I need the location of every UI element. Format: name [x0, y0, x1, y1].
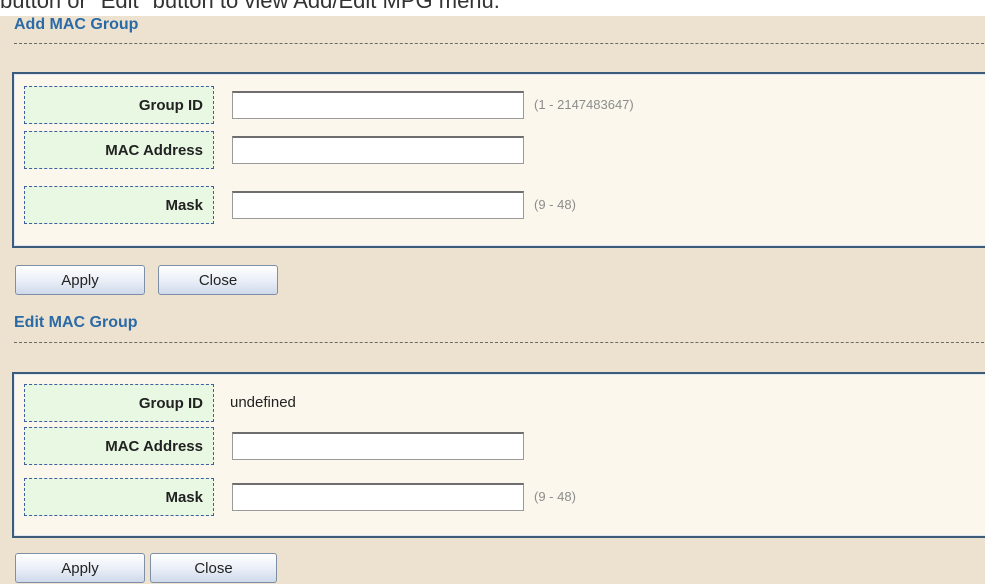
edit-mac-group-title: Edit MAC Group — [14, 314, 138, 331]
instruction-text: button or "Edit" button to view Add/Edit… — [0, 0, 500, 13]
add-mac-group-form: Group ID (1 - 2147483647) MAC Address Ma… — [12, 72, 985, 248]
add-mask-range-hint: (9 - 48) — [534, 197, 576, 212]
edit-mask-row: Mask (9 - 48) — [24, 478, 984, 518]
cropped-instruction-text: button or "Edit" button to view Add/Edit… — [0, 0, 985, 16]
edit-mac-address-input[interactable] — [232, 432, 524, 460]
edit-close-button[interactable]: Close — [150, 553, 277, 583]
add-mac-address-input[interactable] — [232, 136, 524, 164]
add-group-id-input[interactable] — [232, 91, 524, 119]
add-group-id-range-hint: (1 - 2147483647) — [534, 97, 634, 112]
add-mac-group-title: Add MAC Group — [14, 16, 139, 33]
add-group-id-row: Group ID (1 - 2147483647) — [24, 86, 984, 126]
add-group-id-label: Group ID — [24, 86, 214, 124]
add-mask-input[interactable] — [232, 191, 524, 219]
edit-apply-button[interactable]: Apply — [15, 553, 145, 583]
edit-mac-address-label: MAC Address — [24, 427, 214, 465]
edit-mask-label: Mask — [24, 478, 214, 516]
edit-group-id-value: undefined — [230, 394, 296, 411]
edit-mac-group-form: Group ID undefined MAC Address Mask (9 -… — [12, 372, 985, 538]
add-close-button[interactable]: Close — [158, 265, 278, 295]
add-mac-address-label: MAC Address — [24, 131, 214, 169]
edit-mask-range-hint: (9 - 48) — [534, 489, 576, 504]
add-apply-button[interactable]: Apply — [15, 265, 145, 295]
add-mask-row: Mask (9 - 48) — [24, 186, 984, 226]
add-mask-label: Mask — [24, 186, 214, 224]
edit-mac-address-row: MAC Address — [24, 427, 984, 467]
edit-group-id-label: Group ID — [24, 384, 214, 422]
add-section-divider — [14, 43, 984, 44]
edit-group-id-row: Group ID undefined — [24, 384, 984, 424]
edit-mask-input[interactable] — [232, 483, 524, 511]
add-mac-address-row: MAC Address — [24, 131, 984, 171]
edit-section-divider — [14, 342, 984, 343]
